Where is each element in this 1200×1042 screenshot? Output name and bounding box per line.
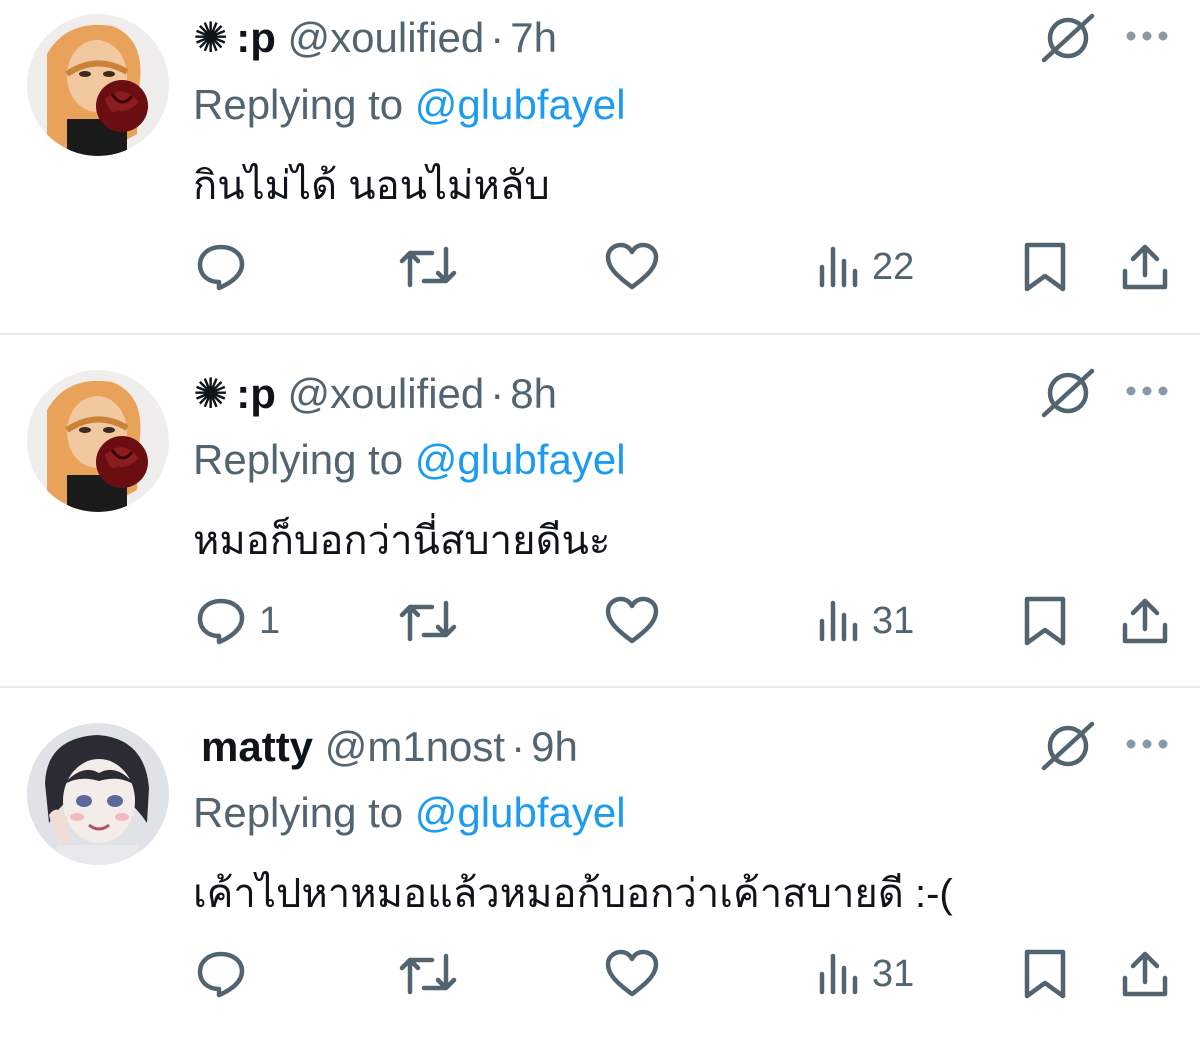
heart-icon — [605, 949, 659, 997]
separator: · — [490, 370, 505, 417]
bookmark-icon — [1024, 949, 1066, 999]
share-icon — [1122, 598, 1168, 644]
reply-icon — [197, 244, 245, 291]
view-count: 22 — [872, 245, 915, 288]
retweet-icon — [399, 246, 457, 288]
timestamp[interactable]: 8h — [510, 370, 557, 417]
avatar[interactable] — [27, 723, 169, 865]
display-name[interactable]: :p — [236, 370, 276, 417]
mention-link[interactable]: @glubfayel — [415, 81, 626, 128]
handle[interactable]: @xoulified — [288, 370, 485, 417]
share-icon — [1122, 244, 1168, 290]
reply-button[interactable] — [195, 241, 259, 293]
timestamp[interactable]: 9h — [531, 723, 578, 770]
view-count: 31 — [872, 599, 915, 642]
name-icon: ✺ — [193, 370, 229, 417]
tweet[interactable]: matty @m1nost · 9h Replying to @glubfayel … — [0, 688, 1200, 1038]
grok-icon[interactable] — [1040, 10, 1096, 66]
reply-button[interactable]: 1 — [195, 595, 280, 647]
bookmark-button[interactable] — [1022, 241, 1068, 293]
grok-icon[interactable] — [1040, 718, 1096, 774]
retweet-button[interactable] — [398, 948, 458, 1000]
retweet-button[interactable] — [398, 595, 458, 647]
tweet-text: หมอก็บอกว่านี่สบายดีนะ — [193, 519, 611, 563]
views-button[interactable]: 22 — [816, 241, 914, 293]
mention-link[interactable]: @glubfayel — [415, 436, 626, 483]
handle[interactable]: @m1nost — [325, 723, 505, 770]
name-icon: ✺ — [193, 14, 229, 61]
bookmark-button[interactable] — [1022, 948, 1068, 1000]
reply-button[interactable] — [195, 948, 259, 1000]
tweet-text: กินไม่ได้ นอนไม่หลับ — [193, 164, 550, 208]
retweet-icon — [399, 953, 457, 995]
replying-to-label: Replying to — [193, 789, 404, 836]
like-button[interactable] — [604, 595, 660, 647]
more-options-icon[interactable] — [1124, 736, 1170, 752]
display-name[interactable]: :p — [236, 14, 276, 61]
grok-icon[interactable] — [1040, 365, 1096, 421]
share-button[interactable] — [1120, 948, 1170, 1000]
reply-count: 1 — [259, 599, 281, 642]
tweet[interactable]: ✺:p @xoulified · 8h Replying to @glubfayel… — [0, 335, 1200, 688]
replying-to: Replying to @glubfayel — [193, 789, 626, 837]
bookmark-icon — [1024, 596, 1066, 646]
tweet[interactable]: ✺:p @xoulified · 7h Replying to @glubfayel… — [0, 0, 1200, 335]
share-icon — [1122, 951, 1168, 997]
replying-to: Replying to @glubfayel — [193, 436, 626, 484]
avatar[interactable] — [27, 370, 169, 512]
tweet-header: matty @m1nost · 9h — [193, 723, 578, 771]
analytics-icon — [819, 246, 858, 288]
bookmark-button[interactable] — [1022, 595, 1068, 647]
bookmark-icon — [1024, 242, 1066, 292]
avatar[interactable] — [27, 14, 169, 156]
analytics-icon — [819, 600, 858, 642]
handle[interactable]: @xoulified — [288, 14, 485, 61]
replying-to-label: Replying to — [193, 436, 404, 483]
retweet-icon — [399, 600, 457, 642]
more-options-icon[interactable] — [1124, 383, 1170, 399]
tweet-header: ✺:p @xoulified · 8h — [193, 370, 557, 418]
share-button[interactable] — [1120, 241, 1170, 293]
separator: · — [490, 14, 505, 61]
views-button[interactable]: 31 — [816, 595, 914, 647]
display-name[interactable]: matty — [201, 723, 313, 770]
like-button[interactable] — [604, 948, 660, 1000]
view-count: 31 — [872, 952, 915, 995]
replying-to-label: Replying to — [193, 81, 404, 128]
tweet-header: ✺:p @xoulified · 7h — [193, 14, 557, 62]
heart-icon — [605, 596, 659, 644]
reply-icon — [197, 951, 245, 998]
like-button[interactable] — [604, 241, 660, 293]
tweet-text: เค้าไปหาหมอแล้วหมอก้บอกว่าเค้าสบายดี :-( — [193, 872, 953, 916]
separator: · — [511, 723, 526, 770]
heart-icon — [605, 242, 659, 290]
analytics-icon — [819, 953, 858, 995]
mention-link[interactable]: @glubfayel — [415, 789, 626, 836]
views-button[interactable]: 31 — [816, 948, 914, 1000]
share-button[interactable] — [1120, 595, 1170, 647]
reply-icon — [197, 598, 245, 645]
timestamp[interactable]: 7h — [510, 14, 557, 61]
replying-to: Replying to @glubfayel — [193, 81, 626, 129]
more-options-icon[interactable] — [1124, 28, 1170, 44]
retweet-button[interactable] — [398, 241, 458, 293]
